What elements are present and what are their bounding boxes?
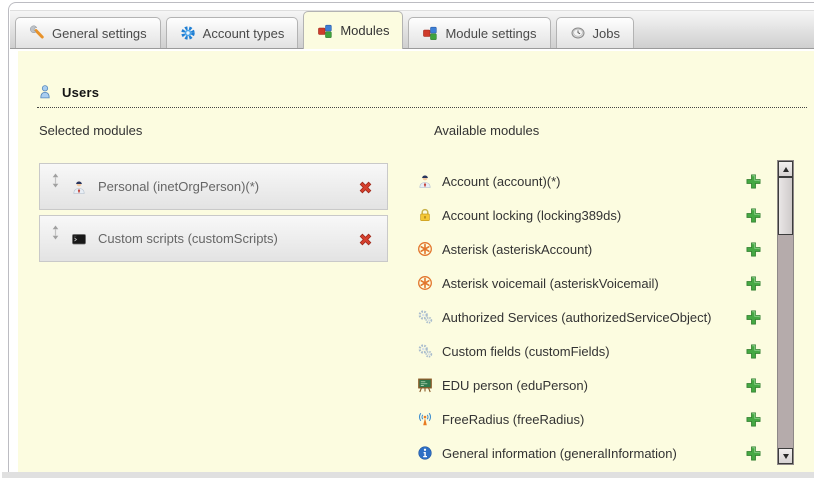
clock-icon (570, 25, 586, 41)
available-module-row: EDU person (eduPerson) (417, 368, 762, 402)
blackboard-icon (417, 377, 433, 393)
available-module-row: Account (account)(*) (417, 164, 762, 198)
module-label: Custom scripts (customScripts) (98, 231, 278, 246)
settings-frame: General settings Account types Modules M… (8, 2, 814, 472)
module-label: Account locking (locking389ds) (442, 208, 621, 223)
selected-module-row[interactable]: Personal (inetOrgPerson)(*) (39, 163, 388, 210)
add-module-button[interactable] (745, 275, 762, 292)
drag-handle-icon[interactable] (51, 225, 60, 240)
add-module-button[interactable] (745, 377, 762, 394)
available-module-row: Custom fields (customFields) (417, 334, 762, 368)
scrollbar-thumb[interactable] (778, 177, 793, 235)
module-label: Personal (inetOrgPerson)(*) (98, 179, 259, 194)
gears-icon (417, 343, 433, 359)
modules-icon (317, 23, 333, 39)
user-icon (37, 84, 53, 100)
section-title: Users (62, 85, 99, 100)
remove-module-button[interactable] (357, 231, 374, 248)
selected-modules-list: Personal (inetOrgPerson)(*) Custom scrip… (39, 163, 388, 267)
tab-label: Module settings (445, 26, 536, 41)
module-label: Asterisk voicemail (asteriskVoicemail) (442, 276, 659, 291)
selected-modules-label: Selected modules (39, 123, 142, 138)
available-module-row: Account locking (locking389ds) (417, 198, 762, 232)
gear-icon (180, 25, 196, 41)
terminal-icon (71, 231, 87, 247)
lam-configuration-page: General settings Account types Modules M… (0, 0, 814, 478)
available-modules-list: Account (account)(*) Account locking (lo… (417, 164, 762, 470)
available-module-row: General information (generalInformation) (417, 436, 762, 470)
add-module-button[interactable] (745, 445, 762, 462)
tab-label: Account types (203, 26, 285, 41)
add-module-button[interactable] (745, 343, 762, 360)
available-module-row: Asterisk (asteriskAccount) (417, 232, 762, 266)
module-label: Authorized Services (authorizedServiceOb… (442, 310, 712, 325)
info-icon (417, 445, 433, 461)
add-module-button[interactable] (745, 241, 762, 258)
gears-icon (417, 309, 433, 325)
selected-module-row[interactable]: Custom scripts (customScripts) (39, 215, 388, 262)
module-label: Custom fields (customFields) (442, 344, 610, 359)
add-module-button[interactable] (745, 173, 762, 190)
module-label: FreeRadius (freeRadius) (442, 412, 584, 427)
frame-bottom-edge (2, 472, 814, 478)
add-module-button[interactable] (745, 207, 762, 224)
tab-bar: General settings Account types Modules M… (10, 10, 814, 49)
tab-label: Modules (340, 23, 389, 38)
modules-tab-content: Users Selected modules Available modules… (18, 51, 814, 475)
available-module-row: FreeRadius (freeRadius) (417, 402, 762, 436)
modules-icon (422, 25, 438, 41)
module-label: Account (account)(*) (442, 174, 561, 189)
tab-jobs[interactable]: Jobs (556, 17, 634, 48)
person-icon (71, 179, 87, 195)
remove-module-button[interactable] (357, 179, 374, 196)
lock-icon (417, 207, 433, 223)
scroll-up-button[interactable] (778, 161, 793, 177)
available-module-row: Asterisk voicemail (asteriskVoicemail) (417, 266, 762, 300)
wrench-icon (29, 25, 45, 41)
module-label: General information (generalInformation) (442, 446, 677, 461)
tab-label: General settings (52, 26, 147, 41)
available-module-row: Authorized Services (authorizedServiceOb… (417, 300, 762, 334)
available-modules-label: Available modules (434, 123, 539, 138)
asterisk-icon (417, 241, 433, 257)
tab-general-settings[interactable]: General settings (15, 17, 161, 48)
tab-module-settings[interactable]: Module settings (408, 17, 550, 48)
module-label: EDU person (eduPerson) (442, 378, 588, 393)
antenna-icon (417, 411, 433, 427)
scroll-down-button[interactable] (778, 448, 793, 464)
asterisk-icon (417, 275, 433, 291)
tab-account-types[interactable]: Account types (166, 17, 299, 48)
available-modules-scrollbar[interactable] (777, 160, 794, 465)
users-section-header: Users (37, 84, 807, 108)
person-icon (417, 173, 433, 189)
add-module-button[interactable] (745, 411, 762, 428)
tab-modules[interactable]: Modules (303, 11, 403, 49)
tab-label: Jobs (593, 26, 620, 41)
drag-handle-icon[interactable] (51, 173, 60, 188)
module-label: Asterisk (asteriskAccount) (442, 242, 592, 257)
add-module-button[interactable] (745, 309, 762, 326)
